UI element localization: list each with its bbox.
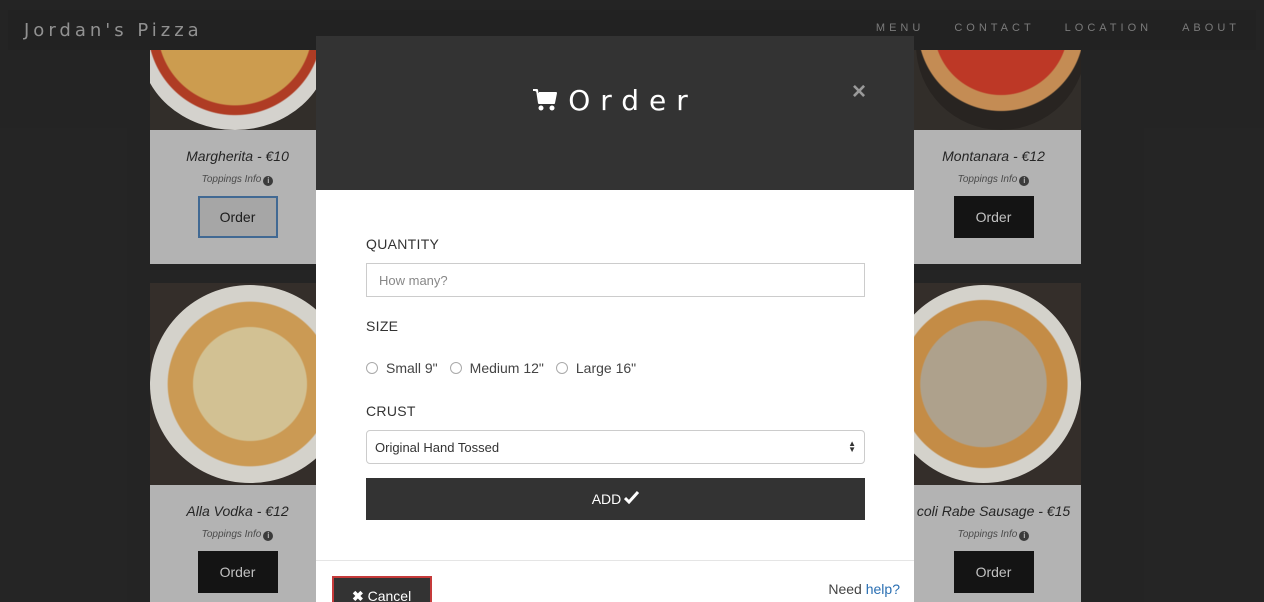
checkmark-icon: [624, 490, 640, 507]
pizza-name: coli Rabe Sausage - €15: [916, 503, 1071, 519]
close-icon[interactable]: ×: [852, 78, 866, 106]
toppings-info-link[interactable]: Toppings Info i: [150, 174, 325, 186]
crust-label: CRUST: [366, 403, 416, 419]
quantity-label: QUANTITY: [366, 236, 440, 252]
size-radio-small[interactable]: Small 9": [366, 360, 438, 376]
pizza-photo: [150, 283, 325, 485]
modal-title: Order: [316, 84, 914, 120]
pizza-name: Alla Vodka - €12: [186, 503, 289, 519]
toppings-info-link[interactable]: Toppings Info i: [906, 174, 1081, 186]
order-button[interactable]: Order: [197, 551, 278, 593]
modal-footer: ✖ Cancel Need help?: [316, 560, 914, 602]
size-label: SIZE: [366, 318, 399, 334]
info-icon: i: [263, 531, 274, 541]
size-radio-medium[interactable]: Medium 12": [449, 360, 544, 376]
info-icon: i: [1019, 531, 1030, 541]
radio-circle-icon: [449, 362, 462, 374]
crust-selected-value: Original Hand Tossed: [375, 439, 500, 455]
nav-location[interactable]: LOCATION: [1065, 22, 1152, 34]
help-link[interactable]: help?: [866, 581, 900, 597]
add-button[interactable]: ADD: [366, 478, 865, 520]
toppings-info-link[interactable]: Toppings Info i: [150, 529, 325, 541]
order-button[interactable]: Order: [197, 196, 278, 238]
close-icon: ✖: [352, 588, 364, 602]
order-button[interactable]: Order: [953, 196, 1034, 238]
help-text: Need help?: [828, 581, 900, 597]
nav-about[interactable]: ABOUT: [1182, 22, 1240, 34]
pizza-photo: [906, 283, 1081, 485]
pizza-card: coli Rabe Sausage - €15 Toppings Info i O…: [906, 283, 1081, 602]
order-button[interactable]: Order: [953, 551, 1034, 593]
radio-circle-icon: [366, 362, 378, 374]
info-icon: i: [1019, 176, 1030, 186]
nav-links: MENU CONTACT LOCATION ABOUT: [876, 22, 1256, 34]
shopping-cart-icon: [532, 87, 558, 120]
size-radio-group: Small 9" Medium 12" Large 16": [366, 360, 648, 376]
modal-header: Order ×: [316, 36, 914, 190]
brand-logo[interactable]: Jordan's Pizza: [24, 20, 203, 41]
pizza-photo: [906, 50, 1081, 130]
pizza-card: Alla Vodka - €12 Toppings Info i Order: [150, 283, 325, 602]
toppings-info-link[interactable]: Toppings Info i: [906, 529, 1081, 541]
pizza-card: Margherita - €10 Toppings Info i Order: [150, 50, 325, 264]
nav-contact[interactable]: CONTACT: [954, 22, 1034, 34]
pizza-name: Montanara - €12: [942, 148, 1045, 164]
pizza-card: Montanara - €12 Toppings Info i Order: [906, 50, 1081, 264]
quantity-input[interactable]: [366, 263, 865, 297]
crust-select[interactable]: Original Hand Tossed ▲ ▼: [366, 430, 865, 464]
order-modal: Order × QUANTITY SIZE Small 9" Medium 12…: [316, 36, 914, 602]
pizza-photo: [150, 50, 325, 130]
pizza-name: Margherita - €10: [186, 148, 289, 164]
radio-circle-icon: [555, 362, 568, 374]
select-arrows-icon: ▲ ▼: [848, 439, 856, 454]
cancel-button[interactable]: ✖ Cancel: [332, 576, 432, 602]
size-radio-large[interactable]: Large 16": [555, 360, 636, 376]
info-icon: i: [263, 176, 274, 186]
nav-menu[interactable]: MENU: [876, 22, 924, 34]
